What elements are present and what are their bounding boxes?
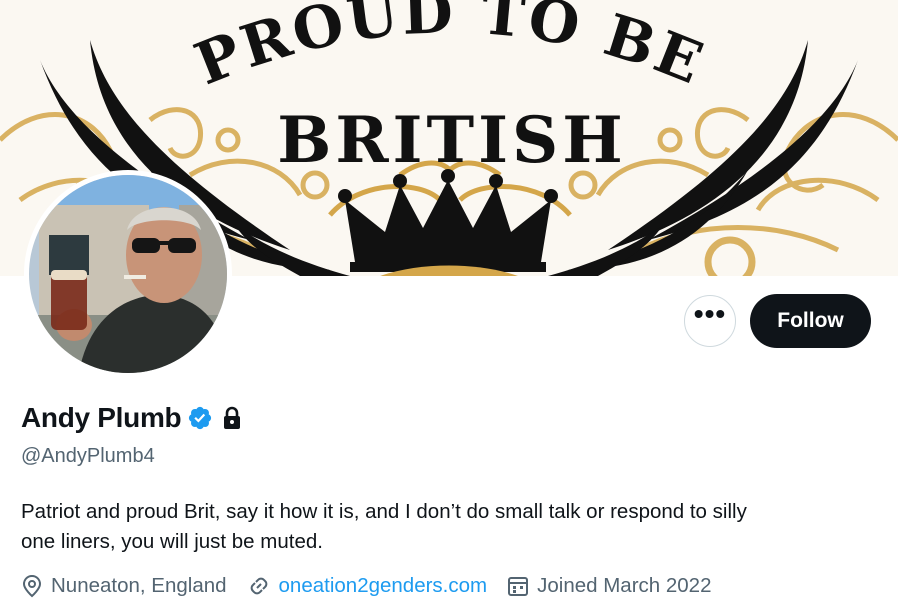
location-item: Nuneaton, England	[21, 574, 227, 598]
website-item[interactable]: oneation2genders.com	[247, 574, 488, 598]
banner-line2: BRITISH	[277, 103, 626, 178]
bio-line: Patriot and proud Brit, say it how it is…	[21, 500, 747, 523]
avatar-photo	[29, 175, 227, 373]
calendar-icon	[508, 577, 529, 596]
follow-button[interactable]: Follow	[750, 294, 871, 348]
lock-icon[interactable]	[221, 406, 243, 430]
more-options-icon: •••	[693, 298, 727, 329]
user-handle: @AndyPlumb4	[21, 445, 155, 467]
more-options-button[interactable]: •••	[684, 295, 736, 347]
link-icon	[250, 577, 267, 595]
verified-badge-icon[interactable]	[187, 405, 213, 431]
joined-text: Joined March 2022	[537, 574, 712, 597]
profile-bio: Patriot and proud Brit, say it how it is…	[21, 497, 881, 557]
bio-line: one liners, you will just be muted.	[21, 530, 323, 553]
website-link[interactable]: oneation2genders.com	[279, 574, 488, 598]
name-row: Andy Plumb	[21, 402, 243, 434]
joined-item: Joined March 2022	[507, 574, 711, 598]
banner-line1: PROUD TO BE	[186, 0, 715, 98]
profile-meta: Nuneaton, England oneation2genders.com J…	[21, 574, 731, 598]
location-pin-icon	[22, 574, 42, 598]
location-text: Nuneaton, England	[51, 574, 227, 597]
display-name: Andy Plumb	[21, 402, 182, 433]
profile-avatar[interactable]	[24, 170, 232, 378]
